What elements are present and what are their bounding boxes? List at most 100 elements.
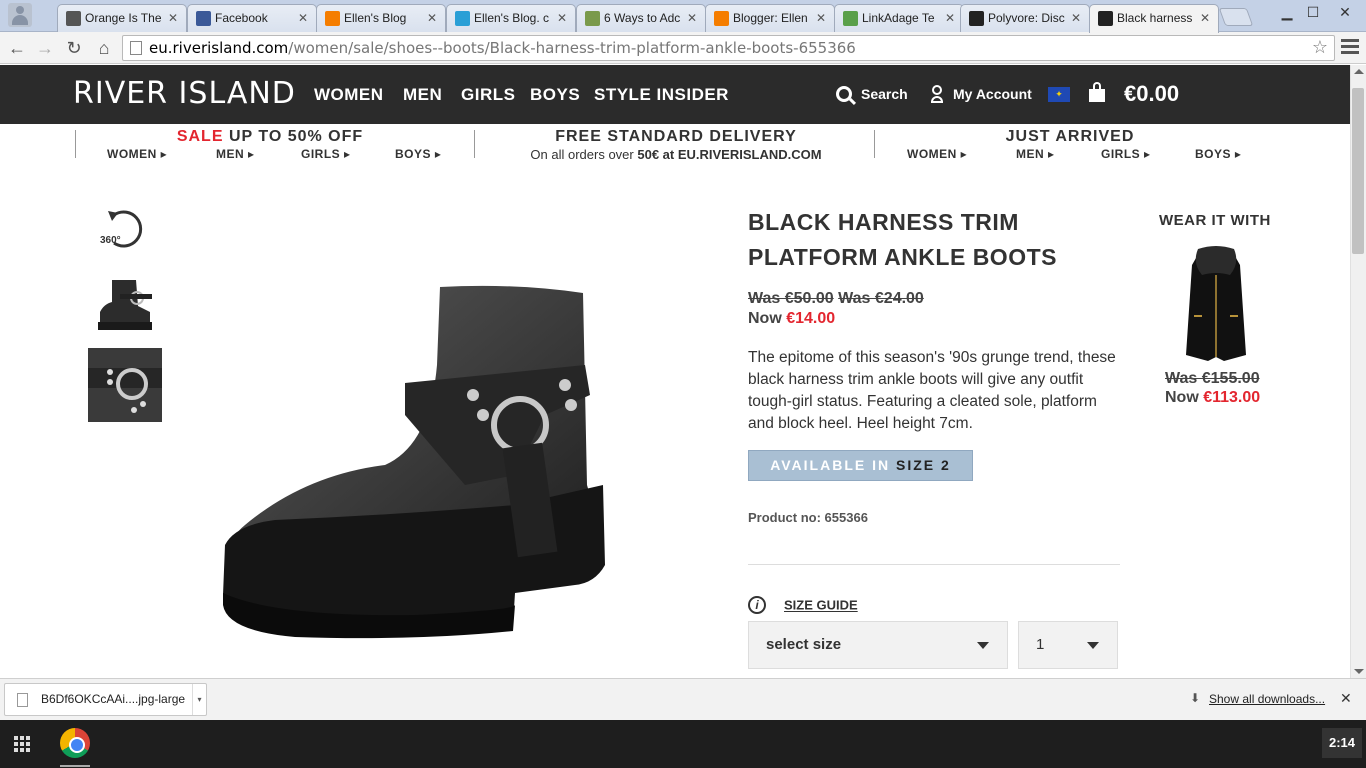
nav-men[interactable]: MEN	[403, 85, 442, 105]
os-taskbar: 2:14	[0, 720, 1366, 768]
active-app-indicator	[60, 765, 90, 767]
app-launcher-icon[interactable]	[8, 730, 36, 758]
close-tab-icon[interactable]: ✕	[557, 5, 567, 31]
show-all-downloads-link[interactable]: Show all downloads...	[1209, 692, 1325, 706]
profile-icon[interactable]	[8, 3, 32, 27]
site-logo[interactable]: RIVER ISLAND	[73, 76, 296, 111]
tab-title: Orange Is The	[85, 11, 162, 25]
tab-title: Facebook	[215, 11, 268, 25]
sale-girls-link[interactable]: GIRLS ▸	[301, 147, 351, 161]
product-main-image[interactable]	[215, 275, 615, 645]
sale-word: SALE	[176, 128, 224, 145]
forward-icon[interactable]: →	[33, 36, 57, 60]
close-tab-icon[interactable]: ✕	[298, 5, 308, 31]
browser-tab[interactable]: Polyvore: Disc ✕	[960, 4, 1090, 32]
size-select[interactable]: select size	[748, 621, 1008, 669]
address-bar[interactable]: eu.riverisland.com/women/sale/shoes--boo…	[122, 35, 1335, 61]
home-icon[interactable]: ⌂	[92, 36, 116, 60]
wear-now-price: €113.00	[1203, 389, 1261, 406]
arrived-girls-link[interactable]: GIRLS ▸	[1101, 147, 1151, 161]
product-title: BLACK HARNESS TRIM PLATFORM ANKLE BOOTS	[748, 209, 1057, 270]
blogger-icon	[325, 11, 340, 26]
facebook-icon	[196, 11, 211, 26]
thumbnail-boot-side[interactable]	[92, 272, 158, 332]
was-price-1: Was €50.00	[748, 290, 834, 307]
size-select-value: select size	[766, 636, 842, 653]
scrollbar-thumb[interactable]	[1352, 88, 1364, 254]
promo-bar: SALE UP TO 50% OFF WOMEN ▸ MEN ▸ GIRLS ▸…	[0, 124, 1350, 172]
close-tab-icon[interactable]: ✕	[1071, 5, 1081, 31]
promo-arrived[interactable]: JUST ARRIVED	[870, 128, 1270, 146]
browser-tab[interactable]: Orange Is The ✕	[57, 4, 187, 32]
sale-women-link[interactable]: WOMEN ▸	[107, 147, 167, 161]
nav-women[interactable]: WOMEN	[314, 85, 384, 105]
close-tab-icon[interactable]: ✕	[687, 5, 697, 31]
product-description: The epitome of this season's '90s grunge…	[748, 349, 1116, 432]
arrived-boys-link[interactable]: BOYS ▸	[1195, 147, 1241, 161]
cart-total[interactable]: €0.00	[1124, 81, 1179, 107]
keyboard-icon	[66, 11, 81, 26]
browser-tab[interactable]: Ellen's Blog. c ✕	[446, 4, 576, 32]
plus-icon	[455, 11, 470, 26]
nav-style-insider[interactable]: STYLE INSIDER	[594, 85, 729, 105]
chrome-menu-icon[interactable]	[1341, 36, 1359, 58]
back-icon[interactable]: ←	[5, 36, 29, 60]
was-price-2: Was €24.00	[838, 290, 924, 307]
arrived-women-link[interactable]: WOMEN ▸	[907, 147, 967, 161]
browser-tab[interactable]: 6 Ways to Adc ✕	[576, 4, 706, 32]
site-header: RIVER ISLAND WOMEN MEN GIRLS BOYS STYLE …	[0, 65, 1350, 124]
wear-it-with-image[interactable]	[1180, 245, 1252, 365]
close-window-button[interactable]: ✕	[1330, 2, 1360, 24]
available-sizes-badge[interactable]: AVAILABLE IN SIZE 2	[748, 450, 973, 481]
browser-tab[interactable]: LinkAdage Te ✕	[834, 4, 964, 32]
download-item[interactable]: B6Df6OKCcAAi....jpg-large ▾	[4, 683, 207, 716]
wikihow-icon	[585, 11, 600, 26]
reload-icon[interactable]: ↻	[62, 36, 86, 60]
size-guide[interactable]: i SIZE GUIDE	[748, 596, 858, 614]
search-link[interactable]: Search	[861, 86, 908, 102]
tab-title: LinkAdage Te	[862, 11, 935, 25]
close-tab-icon[interactable]: ✕	[1200, 5, 1210, 31]
close-tab-icon[interactable]: ✕	[816, 5, 826, 31]
available-size: SIZE 2	[896, 457, 951, 473]
arrived-men-link[interactable]: MEN ▸	[1016, 147, 1055, 161]
view-360-button[interactable]: 360°	[100, 207, 150, 251]
download-filename: B6Df6OKCcAAi....jpg-large	[41, 692, 186, 706]
polyvore-icon	[969, 11, 984, 26]
wear-it-with-prices: Was €155.00 Now €113.00	[1165, 369, 1260, 407]
close-tab-icon[interactable]: ✕	[945, 5, 955, 31]
nav-girls[interactable]: GIRLS	[461, 85, 515, 105]
new-tab-button[interactable]	[1218, 8, 1254, 26]
chevron-down-icon[interactable]: ▾	[192, 684, 206, 715]
sale-men-link[interactable]: MEN ▸	[216, 147, 255, 161]
size-guide-link[interactable]: SIZE GUIDE	[784, 598, 858, 613]
bookmark-star-icon[interactable]: ☆	[1312, 36, 1328, 60]
browser-tab[interactable]: Ellen's Blog ✕	[316, 4, 446, 32]
promo-delivery[interactable]: FREE STANDARD DELIVERY On all orders ove…	[476, 128, 876, 162]
maximize-button[interactable]: ☐	[1298, 2, 1328, 24]
browser-tab[interactable]: Facebook ✕	[187, 4, 317, 32]
promo-sale[interactable]: SALE UP TO 50% OFF	[70, 128, 470, 146]
url-path: /women/sale/shoes--boots/Black-harness-t…	[288, 39, 856, 57]
eu-flag-icon[interactable]: ✦	[1048, 87, 1070, 102]
clock[interactable]: 2:14	[1322, 728, 1362, 758]
downloads-bar: B6Df6OKCcAAi....jpg-large ▾ ⬇ Show all d…	[0, 678, 1366, 720]
wear-now-label: Now	[1165, 389, 1204, 406]
browser-tab[interactable]: Blogger: Ellen ✕	[705, 4, 835, 32]
nav-boys[interactable]: BOYS	[530, 85, 580, 105]
tab-title: Blogger: Ellen	[733, 11, 808, 25]
sale-boys-link[interactable]: BOYS ▸	[395, 147, 441, 161]
account-icon[interactable]	[931, 85, 943, 104]
quantity-select[interactable]: 1	[1018, 621, 1118, 669]
view-360-label: 360°	[100, 235, 121, 246]
browser-toolbar: ← → ↻ ⌂ eu.riverisland.com/women/sale/sh…	[0, 32, 1366, 64]
close-icon[interactable]: ✕	[1340, 690, 1352, 707]
close-tab-icon[interactable]: ✕	[427, 5, 437, 31]
thumbnail-boot-detail[interactable]	[88, 348, 162, 422]
close-tab-icon[interactable]: ✕	[168, 5, 178, 31]
my-account-link[interactable]: My Account	[953, 86, 1032, 102]
page-viewport: RIVER ISLAND WOMEN MEN GIRLS BOYS STYLE …	[0, 65, 1350, 678]
chrome-icon[interactable]	[60, 728, 90, 758]
tab-title: 6 Ways to Adc	[604, 11, 681, 25]
browser-tab[interactable]: Black harness ✕	[1089, 4, 1219, 33]
